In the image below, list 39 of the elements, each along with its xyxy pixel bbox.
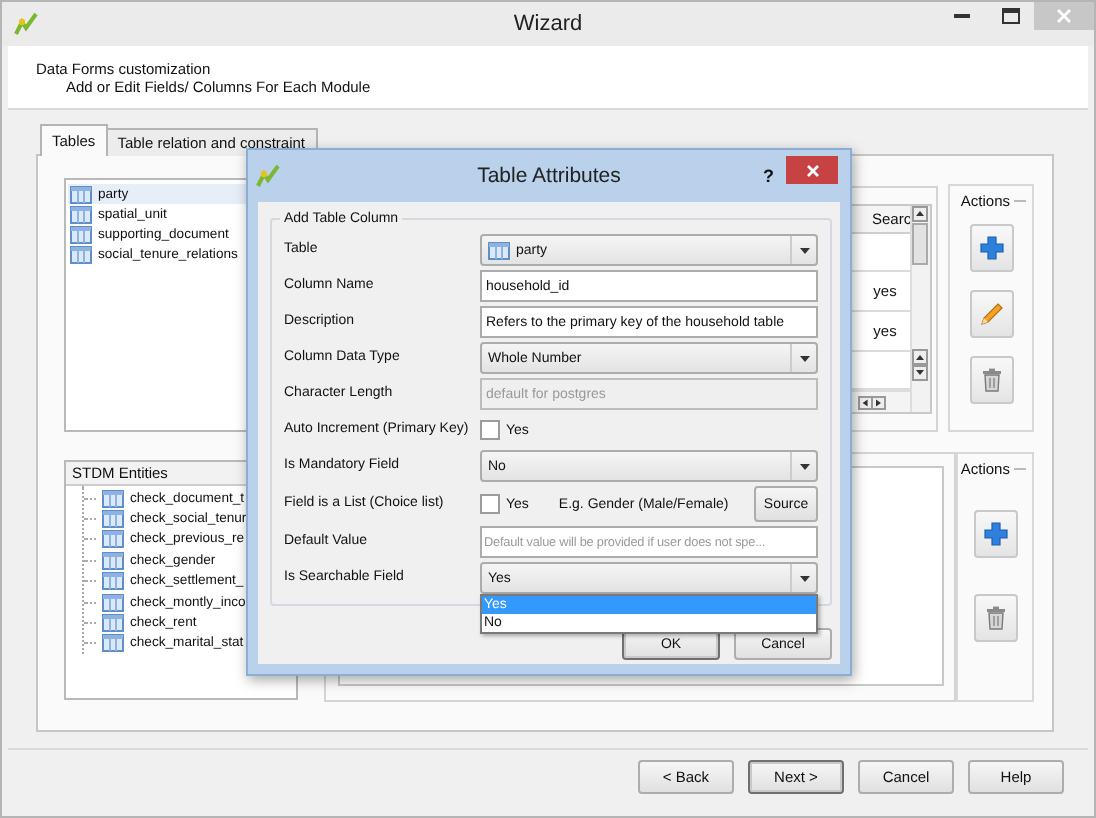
minimize-icon	[954, 14, 970, 18]
caret-icon	[799, 355, 809, 361]
add-button[interactable]	[973, 510, 1018, 558]
caret-icon	[799, 247, 809, 253]
plus-icon	[979, 236, 1003, 260]
table-icon	[102, 572, 124, 591]
delete-button[interactable]	[973, 594, 1018, 642]
dialog-title: Table Attributes	[475, 164, 623, 188]
delete-button[interactable]	[969, 356, 1013, 404]
table-icon	[102, 634, 124, 653]
close-button[interactable]	[786, 156, 838, 184]
pencil-icon	[979, 302, 1003, 326]
table-icon	[102, 551, 124, 570]
table-icon	[70, 225, 92, 243]
trash-icon	[981, 368, 1001, 392]
caret-icon	[799, 575, 809, 581]
close-icon	[1056, 8, 1072, 24]
table-icon	[70, 205, 92, 223]
table-icon	[102, 489, 124, 508]
add-button[interactable]	[969, 224, 1013, 272]
table-icon	[102, 530, 124, 549]
table-icon	[102, 593, 124, 612]
checkbox[interactable]	[480, 494, 500, 514]
plus-icon	[983, 522, 1008, 546]
checkbox[interactable]	[480, 420, 500, 440]
table-icon	[488, 241, 510, 259]
close-icon	[805, 163, 819, 177]
window-title: Wizard	[511, 12, 585, 36]
help-button[interactable]: ?	[763, 166, 774, 186]
vertical-scrollbar[interactable]	[910, 206, 930, 412]
logo-icon	[14, 12, 38, 36]
table-icon	[70, 245, 92, 263]
table-icon	[102, 614, 124, 633]
maximize-icon	[1001, 8, 1019, 24]
table-icon	[70, 185, 92, 203]
logo-icon	[256, 164, 280, 188]
table-icon	[102, 510, 124, 529]
edit-button[interactable]	[969, 290, 1013, 338]
trash-icon	[985, 606, 1006, 630]
